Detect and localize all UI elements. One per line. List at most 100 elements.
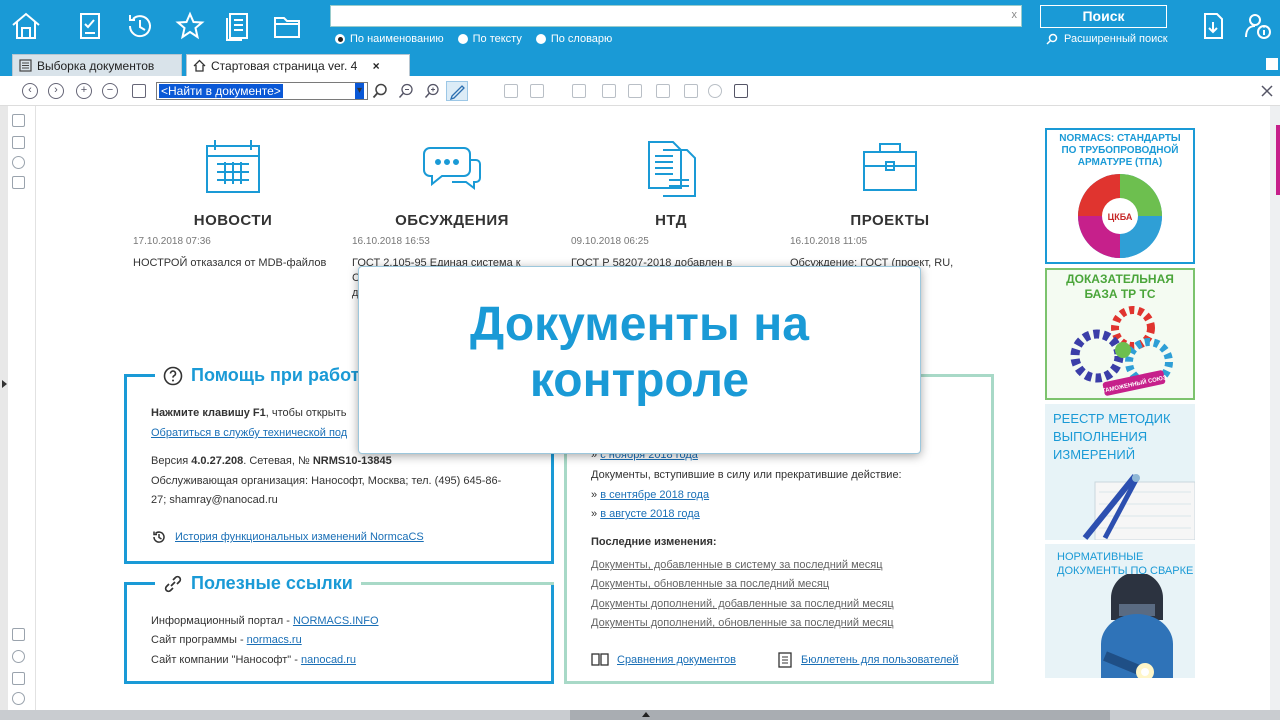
document-icon[interactable]: [222, 10, 254, 42]
tab-label: Выборка документов: [37, 59, 155, 73]
links-panel-title: Полезные ссылки: [155, 573, 361, 594]
card-date: 17.10.2018 07:36: [133, 236, 211, 247]
card-title: НТД: [655, 212, 687, 229]
projects-card[interactable]: ПРОЕКТЫ: [790, 136, 990, 229]
compare-icon[interactable]: [708, 84, 722, 98]
doc-info-icon[interactable]: [12, 628, 25, 641]
news-card[interactable]: НОВОСТИ: [133, 136, 333, 229]
recent-link[interactable]: Документы дополнений, обновленные за пос…: [591, 617, 894, 629]
word-export-icon[interactable]: [684, 84, 698, 98]
help-panel-title: Помощь при работе: [155, 365, 378, 386]
find-previous-icon[interactable]: [398, 83, 414, 99]
card-title: ОБСУЖДЕНИЯ: [395, 212, 509, 229]
close-panel-icon[interactable]: [1260, 84, 1274, 98]
horizontal-scrollbar-thumb[interactable]: [570, 710, 1110, 720]
ntd-card[interactable]: НТД: [571, 136, 771, 229]
tab-list-dropdown-icon[interactable]: [1266, 58, 1278, 70]
tab-document-selection[interactable]: Выборка документов: [12, 54, 182, 76]
link-prefix: Сайт программы -: [151, 634, 247, 646]
bulletin-row[interactable]: Бюллетень для пользователей: [777, 652, 959, 668]
bookmark-icon[interactable]: [572, 84, 586, 98]
paste-doc-icon[interactable]: [530, 84, 544, 98]
link-row-company: Сайт компании "Нанософт" - nanocad.ru: [151, 654, 356, 666]
f1-hint: Нажмите клавишу F1, чтобы открыть: [151, 407, 346, 419]
calendar-icon: [206, 140, 260, 193]
search-button[interactable]: Поиск: [1040, 5, 1167, 28]
portal-link[interactable]: NORMACS.INFO: [293, 615, 379, 627]
search-input[interactable]: x: [330, 5, 1022, 27]
radio-selected-icon: [335, 34, 345, 44]
discussions-card[interactable]: ОБСУЖДЕНИЯ: [352, 136, 552, 229]
compare-row[interactable]: Сравнения документов: [591, 652, 736, 668]
tab-start-page[interactable]: Стартовая страница ver. 4 ×: [186, 54, 410, 76]
banner-tpa-standards[interactable]: NORMACS: СТАНДАРТЫ ПО ТРУБОПРОВОДНОЙ АРМ…: [1045, 128, 1195, 264]
welder-icon: [1101, 574, 1173, 678]
history-icon[interactable]: [12, 156, 25, 169]
expand-arrow-icon[interactable]: [2, 380, 7, 388]
clear-search-icon[interactable]: x: [1012, 9, 1018, 21]
serial-number: NRMS10-13845: [312, 455, 392, 467]
check-doc-icon[interactable]: [602, 84, 616, 98]
export-icon[interactable]: [1197, 10, 1229, 42]
compare-documents-link[interactable]: Сравнения документов: [617, 654, 736, 666]
controlled-docs-modal[interactable]: Документы на контроле: [358, 266, 921, 454]
highlight-button[interactable]: [446, 81, 468, 101]
vertical-scrollbar[interactable]: [1270, 106, 1280, 710]
user-info-icon[interactable]: [1242, 10, 1274, 42]
month-link[interactable]: в сентябре 2018 года: [600, 489, 709, 501]
history-link-row[interactable]: История функциональных изменений NormcaC…: [151, 529, 424, 545]
find-icon[interactable]: [372, 83, 388, 99]
structure-icon[interactable]: [12, 136, 25, 149]
home-icon[interactable]: [10, 10, 42, 42]
info-icon[interactable]: [12, 692, 25, 705]
card-date: 16.10.2018 11:05: [790, 236, 868, 247]
lock-icon[interactable]: [12, 650, 25, 663]
version-mid: . Сетевая, №: [243, 455, 313, 467]
attachment-icon[interactable]: [12, 672, 25, 685]
star-icon[interactable]: [174, 10, 206, 42]
back-icon[interactable]: ‹: [22, 83, 38, 99]
advanced-search-label: Расширенный поиск: [1064, 33, 1168, 45]
copy-doc-icon[interactable]: [504, 84, 518, 98]
recent-link[interactable]: Документы, добавленные в систему за посл…: [591, 559, 883, 571]
links-title-text: Полезные ссылки: [191, 573, 353, 593]
recent-changes-title: Последние изменения:: [591, 536, 717, 548]
close-tab-icon[interactable]: ×: [373, 59, 380, 73]
banner-welding-docs[interactable]: НОРМАТИВНЫЕ ДОКУМЕНТЫ ПО СВАРКЕ: [1045, 544, 1195, 678]
advanced-search-link[interactable]: Расширенный поиск: [1046, 33, 1168, 45]
folder-icon[interactable]: [271, 10, 303, 42]
recent-link[interactable]: Документы, обновленные за последний меся…: [591, 578, 829, 590]
print-icon[interactable]: [734, 84, 748, 98]
link-icon[interactable]: [656, 84, 670, 98]
zoom-out-icon[interactable]: −: [102, 83, 118, 99]
month-link[interactable]: в августе 2018 года: [600, 508, 700, 520]
banner-tr-ts-evidence[interactable]: ДОКАЗАТЕЛЬНАЯ БАЗА ТР ТС ТАМОЖЕННЫЙ СОЮЗ: [1045, 268, 1195, 400]
forward-icon[interactable]: ›: [48, 83, 64, 99]
bulletin-link[interactable]: Бюллетень для пользователей: [801, 654, 959, 666]
program-site-link[interactable]: normacs.ru: [247, 634, 302, 646]
comment-icon[interactable]: [628, 84, 642, 98]
radio-by-dictionary[interactable]: По словарю: [535, 33, 612, 45]
link-row-program: Сайт программы - normacs.ru: [151, 634, 302, 646]
contents-icon[interactable]: [12, 114, 25, 127]
zoom-in-icon[interactable]: +: [76, 83, 92, 99]
radio-by-name[interactable]: По наименованию: [335, 33, 444, 45]
history-icon[interactable]: [124, 10, 156, 42]
card-text[interactable]: НОСТРОЙ отказался от MDB-файлов: [133, 256, 333, 271]
scroll-up-arrow-icon[interactable]: [642, 712, 650, 717]
find-next-icon[interactable]: [424, 83, 440, 99]
card-date: 09.10.2018 06:25: [571, 236, 649, 247]
bulletin-icon: [778, 652, 792, 668]
left-collapse-bar[interactable]: [0, 106, 8, 710]
checklist-icon[interactable]: [74, 10, 106, 42]
find-in-document-select[interactable]: <Найти в документе> ▾: [156, 82, 368, 100]
support-link[interactable]: Обратиться в службу технической под: [151, 427, 347, 439]
banner-measurement-methods[interactable]: РЕЕСТР МЕТОДИК ВЫПОЛНЕНИЯ ИЗМЕРЕНИЙ: [1045, 404, 1195, 540]
notes-icon[interactable]: [12, 176, 25, 189]
page-settings-icon[interactable]: [132, 84, 146, 98]
company-site-link[interactable]: nanocad.ru: [301, 654, 356, 666]
card-date: 16.10.2018 16:53: [352, 236, 430, 247]
recent-link[interactable]: Документы дополнений, добавленные за пос…: [591, 598, 894, 610]
history-link[interactable]: История функциональных изменений NormcaC…: [175, 531, 424, 543]
radio-by-text[interactable]: По тексту: [457, 33, 522, 45]
